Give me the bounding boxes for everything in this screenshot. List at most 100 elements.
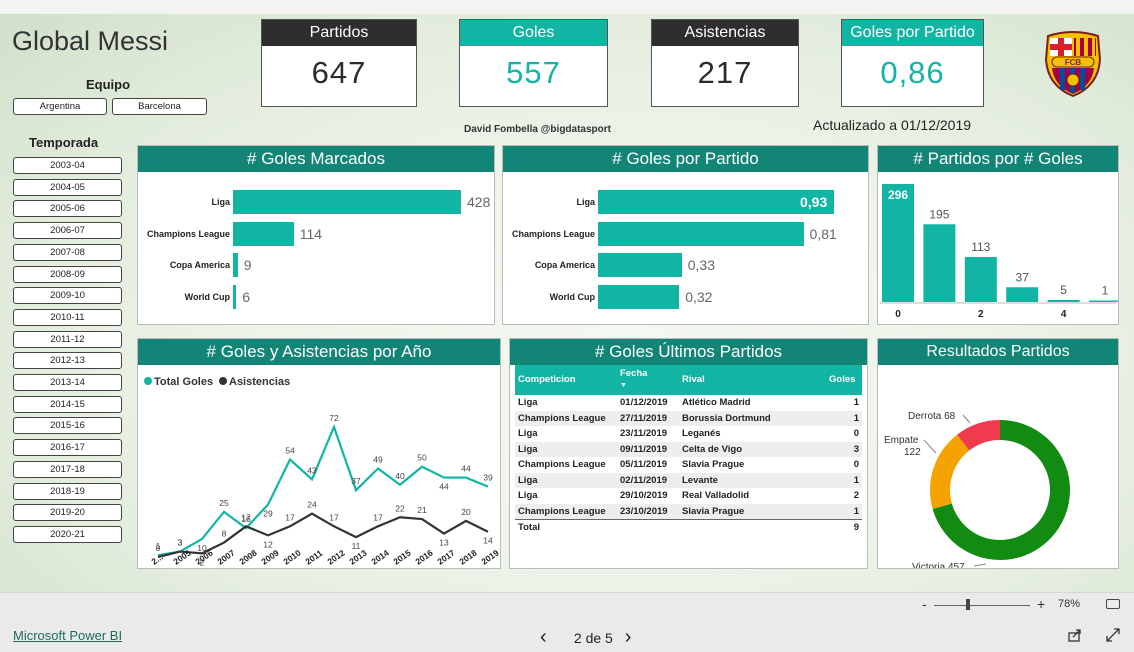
x-tick-label: 2019 xyxy=(479,547,500,566)
temporada-option[interactable]: 2020-21 xyxy=(13,525,122,543)
table-cell: Champions League xyxy=(515,503,617,519)
bar-row[interactable]: World Cup 0,32 xyxy=(503,284,868,309)
table-row[interactable]: Liga 29/10/2019 Real Valladolid 2 xyxy=(515,488,862,504)
fc-barcelona-crest-icon: FCB xyxy=(1044,31,1102,98)
data-label: 8 xyxy=(222,529,227,539)
power-bi-link[interactable]: Microsoft Power BI xyxy=(13,628,122,643)
zoom-slider[interactable] xyxy=(934,605,1030,606)
temporada-option[interactable]: 2013-14 xyxy=(13,374,122,391)
data-label: 49 xyxy=(373,455,383,465)
updated-date: Actualizado a 01/12/2019 xyxy=(813,117,972,133)
equipo-option-argentina[interactable]: Argentina xyxy=(13,98,107,115)
temporada-option[interactable]: 2012-13 xyxy=(13,352,122,370)
column-header-goles[interactable]: Goles xyxy=(826,365,862,395)
bar-row[interactable]: World Cup 6 xyxy=(138,284,494,309)
temporada-option[interactable]: 2019-20 xyxy=(13,504,122,522)
bar-value-label: 114 xyxy=(299,225,323,242)
table-cell: 1 xyxy=(853,397,859,409)
table-row[interactable]: Champions League 05/11/2019 Slavia Prague 0 xyxy=(515,457,862,473)
table-cell: Liga xyxy=(515,441,617,457)
goles-marcados-chart: Liga 428 Champions League 114 Copa America 9 W… xyxy=(138,172,494,322)
temporada-option[interactable]: 2007-08 xyxy=(13,243,122,261)
goles-marcados-panel: # Goles Marcados Liga 428 Champions League… xyxy=(137,145,495,325)
temporada-option[interactable]: 2016-17 xyxy=(13,439,122,457)
bar-value-label: 1 xyxy=(1102,284,1109,298)
bar xyxy=(233,284,237,309)
temporada-option[interactable]: 2010-11 xyxy=(13,308,122,326)
equipo-label: Equipo xyxy=(86,77,131,92)
partidos-por-goles-panel: # Partidos por # Goles 296 195 113 37 5 1 0 2 4 xyxy=(877,145,1121,325)
data-label: 72 xyxy=(329,413,339,423)
table-row[interactable]: Liga 09/11/2019 Celta de Vigo 3 xyxy=(515,441,862,457)
bar-row[interactable]: Copa America 9 xyxy=(138,253,494,277)
report-canvas: Global Messi Partidos 647 Goles 557 Asis… xyxy=(0,0,1134,592)
data-label: 22 xyxy=(395,503,405,513)
temporada-option[interactable]: 2011-12 xyxy=(13,330,122,348)
previous-page-button[interactable]: ‹ xyxy=(540,626,562,649)
fit-to-page-icon[interactable] xyxy=(1106,599,1120,609)
kpi-card-partidos[interactable]: Partidos 647 xyxy=(261,19,417,107)
temporada-option[interactable]: 2005-06 xyxy=(13,200,122,218)
x-tick-label: 2012 xyxy=(325,547,346,566)
bar xyxy=(233,253,238,277)
column-header-rival[interactable]: Rival xyxy=(679,365,826,395)
bar-value-label: 113 xyxy=(971,240,990,254)
fullscreen-icon[interactable] xyxy=(1106,628,1120,642)
table-cell: 0 xyxy=(853,459,859,471)
crest-text: FCB xyxy=(1065,58,1082,67)
zoom-out-button[interactable]: - xyxy=(922,596,927,612)
temporada-option[interactable]: 2014-15 xyxy=(13,395,122,413)
temporada-option[interactable]: 2018-19 xyxy=(13,482,122,500)
zoom-level: 78% xyxy=(1058,598,1081,610)
bar[interactable] xyxy=(1047,300,1080,302)
temporada-option[interactable]: 2008-09 xyxy=(13,265,122,283)
table-cell: 1 xyxy=(826,410,862,426)
zoom-in-button[interactable]: + xyxy=(1037,596,1045,612)
bar[interactable] xyxy=(923,224,956,302)
table-cell: 3 xyxy=(826,441,862,457)
bar-value-label: 6 xyxy=(242,288,250,305)
table-row[interactable]: Liga 23/11/2019 Leganés 0 xyxy=(515,426,862,442)
kpi-value: 557 xyxy=(506,55,561,90)
bar[interactable] xyxy=(964,256,997,302)
data-label: 17 xyxy=(329,512,339,522)
kpi-card-goles[interactable]: Goles 557 xyxy=(459,19,608,107)
temporada-option[interactable]: 2006-07 xyxy=(13,222,122,240)
table-cell: Champions League xyxy=(515,410,617,426)
slice-label-empate: Empate xyxy=(884,435,919,446)
leader-line xyxy=(962,414,971,424)
bar-row[interactable]: Liga 0,93 xyxy=(503,190,868,214)
column-header-competicion[interactable]: Competicion xyxy=(515,365,617,395)
kpi-card-goles-por-partido[interactable]: Goles por Partido 0,86 xyxy=(841,19,984,107)
x-tick-label: 2018 xyxy=(457,547,478,566)
table-row[interactable]: Champions League 27/11/2019 Borussia Dortm… xyxy=(515,410,862,426)
column-header-fecha[interactable]: Fecha ▼ xyxy=(617,365,679,395)
table-row[interactable]: Liga 02/11/2019 Levante 1 xyxy=(515,472,862,488)
bar[interactable] xyxy=(1006,287,1039,302)
bar-row[interactable]: Liga 428 xyxy=(138,190,494,214)
goles-asistencias-chart: Total Goles Asistencias1 31025162954437237… xyxy=(144,376,501,567)
table-row[interactable]: Champions League 23/10/2019 Slavia Prague 1 xyxy=(515,503,862,519)
data-label: 20 xyxy=(461,507,471,517)
pager: ‹ 2 de 5 › xyxy=(540,626,647,649)
temporada-option[interactable]: 2004-05 xyxy=(13,178,122,196)
bar[interactable] xyxy=(1089,300,1121,303)
panel-title: # Goles y Asistencias por Año xyxy=(138,339,500,365)
equipo-option-barcelona[interactable]: Barcelona xyxy=(112,98,207,115)
temporada-option[interactable]: 2017-18 xyxy=(13,460,122,478)
table-row[interactable]: Liga 01/12/2019 Atlético Madrid 1 xyxy=(515,395,862,411)
donut-slice[interactable] xyxy=(930,434,970,509)
temporada-option[interactable]: 2009-10 xyxy=(13,287,122,305)
kpi-card-asistencias[interactable]: Asistencias 217 xyxy=(651,19,799,107)
legend-label[interactable]: Total Goles xyxy=(154,376,213,388)
zoom-slider-thumb[interactable] xyxy=(966,599,970,610)
bar-row[interactable]: Copa America 0,33 xyxy=(503,253,868,277)
bar-row[interactable]: Champions League 0,81 xyxy=(503,221,868,246)
table-cell: 02/11/2019 xyxy=(617,472,679,488)
bar-row[interactable]: Champions League 114 xyxy=(138,221,494,246)
temporada-option[interactable]: 2015-16 xyxy=(13,417,122,435)
legend-label[interactable]: Asistencias xyxy=(229,376,290,388)
share-icon[interactable] xyxy=(1068,628,1082,642)
next-page-button[interactable]: › xyxy=(625,626,647,649)
temporada-option[interactable]: 2003-04 xyxy=(13,157,122,174)
